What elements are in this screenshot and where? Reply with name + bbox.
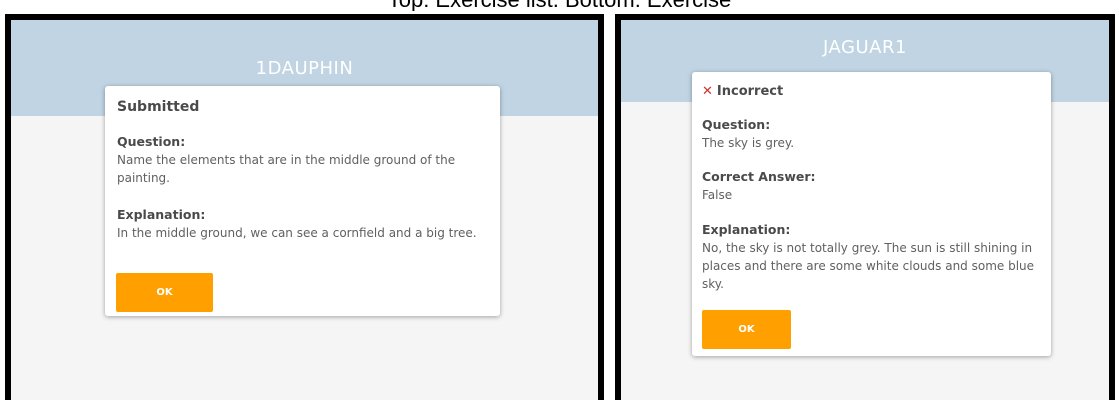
left-screenshot-panel: 1DAUPHIN Submitted Question: Name the el… <box>5 14 604 400</box>
explanation-text: In the middle ground, we can see a cornf… <box>117 226 477 240</box>
explanation-text: No, the sky is not totally grey. The sun… <box>702 241 1035 291</box>
correct-answer-section: Correct Answer: False <box>702 168 1037 204</box>
question-text: The sky is grey. <box>702 136 795 150</box>
right-screenshot-panel: JAGUAR1 ✕ Incorrect Question: The sky is … <box>615 14 1115 400</box>
explanation-label: Explanation: <box>117 207 206 222</box>
incorrect-dialog: ✕ Incorrect Question: The sky is grey. Co… <box>692 72 1051 356</box>
question-label: Question: <box>117 134 186 149</box>
explanation-section: Explanation: No, the sky is not totally … <box>702 221 1037 293</box>
question-section: Question: Name the elements that are in … <box>117 133 482 187</box>
correct-answer-text: False <box>702 188 733 202</box>
question-section: Question: The sky is grey. <box>702 116 1037 152</box>
dialog-title: ✕ Incorrect <box>702 84 783 99</box>
x-icon: ✕ <box>702 84 713 99</box>
explanation-section: Explanation: In the middle ground, we ca… <box>117 206 482 242</box>
explanation-label: Explanation: <box>702 222 791 237</box>
exercise-title: JAGUAR1 <box>823 37 907 58</box>
figure-caption: Top: Exercise list. Bottom: Exercise <box>0 0 1119 11</box>
submitted-dialog: Submitted Question: Name the elements th… <box>105 86 500 316</box>
ok-button[interactable]: OK <box>702 310 791 349</box>
ok-button[interactable]: OK <box>116 273 213 312</box>
question-label: Question: <box>702 117 771 132</box>
dialog-title: Submitted <box>117 99 200 115</box>
exercise-title: 1DAUPHIN <box>255 58 354 79</box>
dialog-title-text: Incorrect <box>716 84 784 99</box>
question-text: Name the elements that are in the middle… <box>117 153 456 185</box>
correct-answer-label: Correct Answer: <box>702 169 816 184</box>
